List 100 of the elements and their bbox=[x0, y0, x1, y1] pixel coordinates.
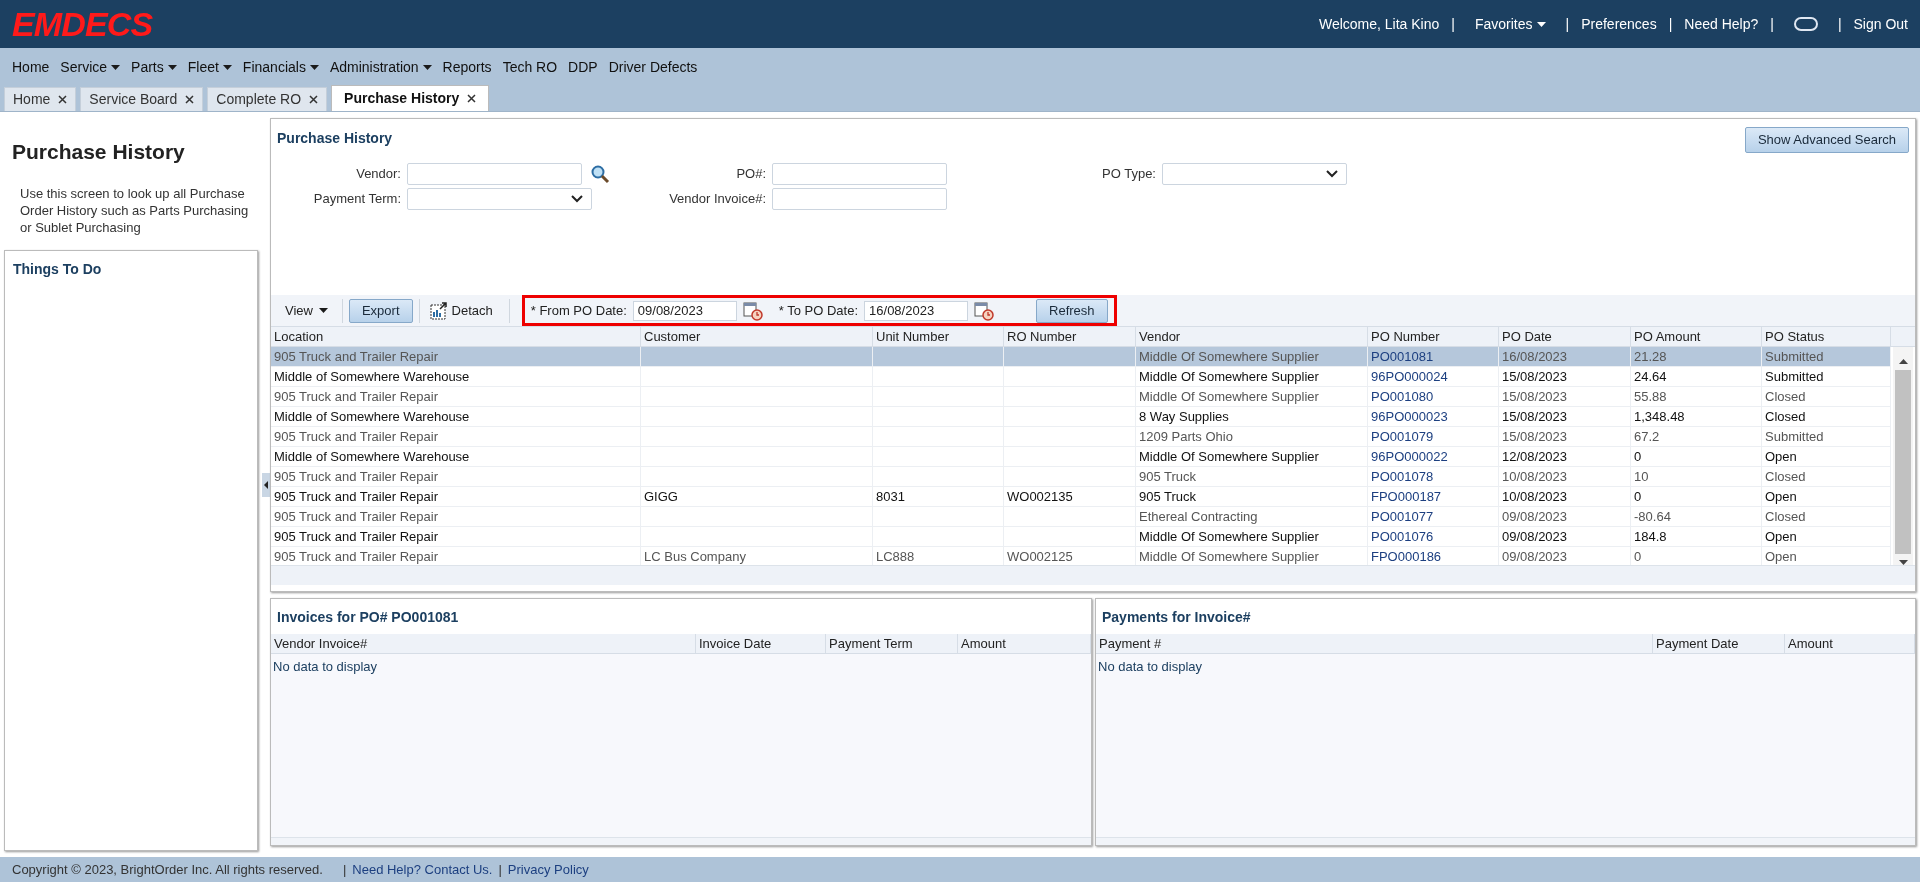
table-cell: 15/08/2023 bbox=[1499, 427, 1631, 446]
menu-item[interactable]: Tech RO bbox=[502, 56, 558, 78]
table-cell: Ethereal Contracting bbox=[1136, 507, 1368, 526]
view-menu[interactable]: View bbox=[277, 300, 336, 321]
tab[interactable]: Home bbox=[4, 87, 77, 111]
column-header[interactable]: Invoice Date bbox=[696, 634, 826, 653]
table-cell: Submitted bbox=[1762, 367, 1891, 386]
header-link[interactable]: Need Help? bbox=[1684, 13, 1759, 35]
menu-item[interactable]: Service bbox=[60, 56, 121, 78]
po-number-link[interactable]: PO001076 bbox=[1368, 527, 1499, 546]
welcome-text: Welcome, Lita Kino bbox=[1318, 14, 1440, 34]
text-field[interactable] bbox=[772, 188, 947, 210]
table-cell: 905 Truck and Trailer Repair bbox=[271, 347, 641, 366]
table-cell: Middle Of Somewhere Supplier bbox=[1136, 367, 1368, 386]
column-header[interactable]: RO Number bbox=[1004, 327, 1136, 346]
separator: | bbox=[1770, 14, 1774, 34]
sidebar-title: Purchase History bbox=[11, 139, 186, 165]
caret-icon bbox=[309, 64, 319, 70]
text-field[interactable] bbox=[772, 163, 947, 185]
column-header[interactable]: PO Number bbox=[1368, 327, 1499, 346]
advanced-search-button[interactable]: Show Advanced Search bbox=[1744, 127, 1909, 153]
caret-icon bbox=[422, 64, 432, 70]
date-field[interactable]: 16/08/2023 bbox=[864, 300, 969, 321]
favorites-menu[interactable]: Favorites bbox=[1474, 13, 1546, 35]
table-cell: 16/08/2023 bbox=[1499, 347, 1631, 366]
close-icon[interactable] bbox=[185, 95, 195, 104]
table-cell: 15/08/2023 bbox=[1499, 387, 1631, 406]
table-cell: 184.8 bbox=[1631, 527, 1762, 546]
table-cell: 55.88 bbox=[1631, 387, 1762, 406]
po-number-link[interactable]: PO001077 bbox=[1368, 507, 1499, 526]
collapse-handle-icon[interactable] bbox=[262, 472, 270, 497]
vendor-field[interactable] bbox=[407, 163, 582, 185]
menu-item[interactable]: DDP bbox=[568, 56, 598, 78]
menu-item[interactable]: Parts bbox=[131, 56, 177, 78]
table-cell: GIGG bbox=[641, 487, 873, 506]
column-header[interactable]: Payment Term bbox=[826, 634, 958, 653]
table-row[interactable]: Middle of Somewhere Warehouse 8 Way Supplies 96PO000023 15/08/2023 1,348.48 Closed bbox=[271, 407, 1891, 427]
po-number-link[interactable]: 96PO000023 bbox=[1368, 407, 1499, 426]
column-header[interactable]: PO Amount bbox=[1631, 327, 1762, 346]
detach-button[interactable]: Detach bbox=[425, 300, 497, 321]
table-row[interactable]: 905 Truck and Trailer Repair GIGG 8031 WO002135 905 Truck FPO000187 10/08/2023 0 Open bbox=[271, 487, 1891, 507]
menu-item[interactable]: Home bbox=[12, 56, 50, 78]
column-header[interactable]: Payment Date bbox=[1653, 634, 1785, 653]
footer-link[interactable]: Privacy Policy bbox=[507, 859, 589, 880]
table-cell: Middle Of Somewhere Supplier bbox=[1136, 387, 1368, 406]
field-label: * To PO Date: bbox=[778, 301, 859, 320]
menu-item[interactable]: Driver Defects bbox=[608, 56, 698, 78]
search-icon[interactable] bbox=[590, 164, 610, 184]
export-button[interactable]: Export bbox=[348, 298, 413, 323]
menu-item[interactable]: Administration bbox=[329, 56, 432, 78]
close-icon[interactable] bbox=[467, 94, 477, 103]
tab[interactable]: Service Board bbox=[80, 87, 204, 111]
column-header[interactable]: Vendor Invoice# bbox=[271, 634, 696, 653]
column-header[interactable]: Vendor bbox=[1136, 327, 1368, 346]
menu-item[interactable]: Financials bbox=[242, 56, 319, 78]
table-row[interactable]: 905 Truck and Trailer Repair 1209 Parts Ohio PO001079 15/08/2023 67.2 Submitted bbox=[271, 427, 1891, 447]
table-cell: 0 bbox=[1631, 447, 1762, 466]
column-header[interactable]: Amount bbox=[958, 634, 1091, 653]
table-cell: 15/08/2023 bbox=[1499, 367, 1631, 386]
table-row[interactable]: 905 Truck and Trailer Repair 905 Truck PO001078 10/08/2023 10 Closed bbox=[271, 467, 1891, 487]
po-number-link[interactable]: PO001080 bbox=[1368, 387, 1499, 406]
footer-link[interactable]: Need Help? Contact Us. bbox=[352, 859, 493, 880]
table-row[interactable]: 905 Truck and Trailer Repair Ethereal Contracting PO001077 09/08/2023 -80.64 Closed bbox=[271, 507, 1891, 527]
select-field[interactable] bbox=[407, 188, 592, 210]
column-header[interactable]: Amount bbox=[1785, 634, 1915, 653]
refresh-button[interactable]: Refresh bbox=[1036, 298, 1108, 323]
table-row[interactable]: 905 Truck and Trailer Repair Middle Of Somewhere Supplier PO001080 15/08/2023 55.88 Closed bbox=[271, 387, 1891, 407]
close-icon[interactable] bbox=[58, 95, 68, 104]
column-header[interactable]: PO Date bbox=[1499, 327, 1631, 346]
table-row[interactable]: Middle of Somewhere Warehouse Middle Of Somewhere Supplier 96PO000022 12/08/2023 0 Open bbox=[271, 447, 1891, 467]
detach-icon bbox=[429, 301, 448, 320]
menu-item[interactable]: Reports bbox=[442, 56, 492, 78]
column-header[interactable]: Location bbox=[271, 327, 641, 346]
tab[interactable]: Purchase History bbox=[331, 85, 490, 111]
po-number-link[interactable]: FPO000187 bbox=[1368, 487, 1499, 506]
table-row[interactable]: 905 Truck and Trailer Repair LC Bus Company LC888 WO002125 Middle Of Somewhere Supplier FPO000186 09/08/2023 0 Open bbox=[271, 547, 1891, 565]
calendar-clock-icon[interactable] bbox=[974, 300, 995, 321]
scroll-up-icon[interactable] bbox=[1898, 359, 1908, 364]
chat-icon[interactable] bbox=[1793, 17, 1818, 31]
calendar-clock-icon[interactable] bbox=[742, 300, 763, 321]
vertical-scrollbar[interactable] bbox=[1893, 347, 1913, 565]
column-header[interactable]: Customer bbox=[641, 327, 873, 346]
po-number-link[interactable]: PO001078 bbox=[1368, 467, 1499, 486]
menu-item[interactable]: Fleet bbox=[187, 56, 232, 78]
header-link[interactable]: Sign Out bbox=[1853, 13, 1908, 35]
table-cell: Closed bbox=[1762, 507, 1891, 526]
table-row[interactable]: 905 Truck and Trailer Repair Middle Of Somewhere Supplier PO001081 16/08/2023 21.28 Submitted bbox=[271, 347, 1891, 367]
column-header[interactable]: Payment # bbox=[1096, 634, 1653, 653]
po-number-link[interactable]: 96PO000024 bbox=[1368, 367, 1499, 386]
date-field[interactable]: 09/08/2023 bbox=[632, 300, 737, 321]
select-field[interactable] bbox=[1162, 163, 1347, 185]
column-header[interactable]: Unit Number bbox=[873, 327, 1004, 346]
po-number-link[interactable]: PO001081 bbox=[1368, 347, 1499, 366]
table-row[interactable]: 905 Truck and Trailer Repair Middle Of Somewhere Supplier PO001076 09/08/2023 184.8 Open bbox=[271, 527, 1891, 547]
close-icon[interactable] bbox=[309, 95, 319, 104]
po-number-link[interactable]: 96PO000022 bbox=[1368, 447, 1499, 466]
tab[interactable]: Complete RO bbox=[207, 87, 328, 111]
table-row[interactable]: Middle of Somewhere Warehouse Middle Of Somewhere Supplier 96PO000024 15/08/2023 24.64 Submitted bbox=[271, 367, 1891, 387]
po-number-link[interactable]: PO001079 bbox=[1368, 427, 1499, 446]
header-link[interactable]: Preferences bbox=[1581, 13, 1657, 35]
